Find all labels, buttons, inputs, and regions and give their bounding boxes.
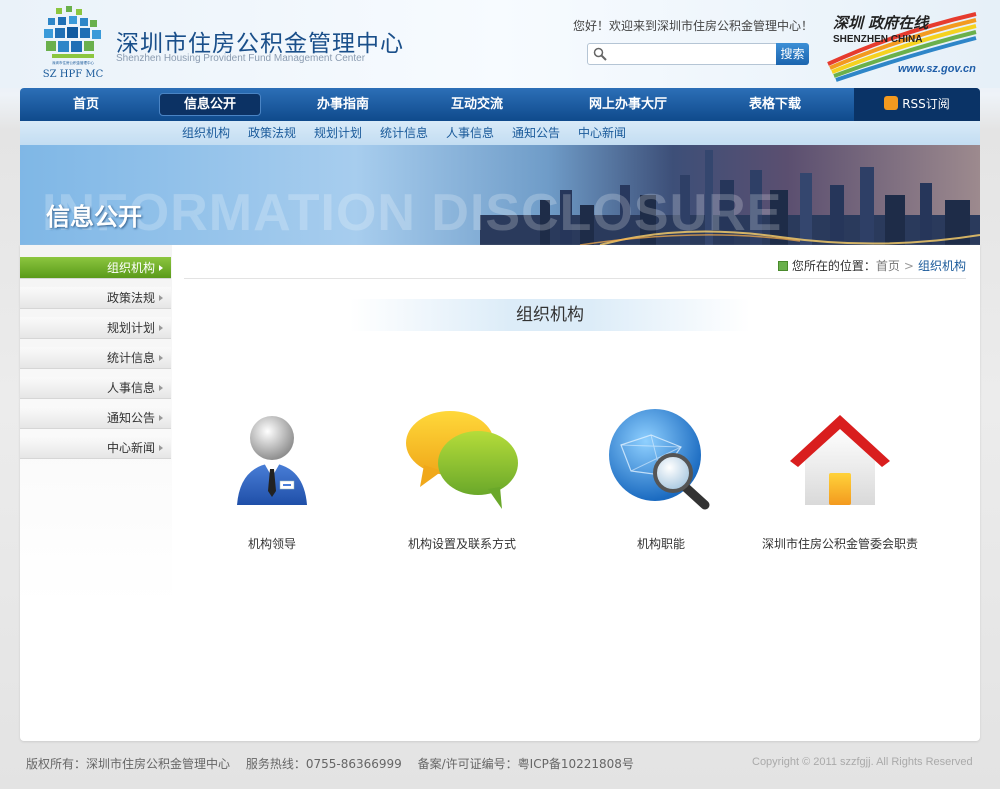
main-nav: 首页 信息公开 办事指南 互动交流 网上办事大厅 表格下载 RSS订阅 <box>20 88 980 121</box>
chat-bubbles-icon <box>406 411 518 509</box>
sz-logo-url: www.sz.gov.cn <box>898 63 976 75</box>
tile-committee-duties[interactable]: 深圳市住房公积金管委会职责 <box>750 405 930 555</box>
rss-icon <box>884 96 899 110</box>
nav-item-guide[interactable]: 办事指南 <box>290 88 396 121</box>
nav-item-info-disclosure[interactable]: 信息公开 <box>150 88 270 121</box>
subnav-stats[interactable]: 统计信息 <box>380 121 428 145</box>
breadcrumb: 您所在的位置：首页 > 组织机构 <box>184 255 966 279</box>
tile-label: 机构职能 <box>636 537 685 551</box>
rss-label: RSS订阅 <box>902 97 950 111</box>
footer-copyright-en: Copyright © 2011 szzfgjj. All Rights Res… <box>752 756 973 768</box>
nav-item-online-hall[interactable]: 网上办事大厅 <box>568 88 688 121</box>
search-box <box>587 43 777 65</box>
banner-title: 信息公开 <box>46 203 142 231</box>
welcome-text: 您好！欢迎来到深圳市住房公积金管理中心！ <box>573 19 814 33</box>
search-icon <box>593 47 607 61</box>
svg-text:深圳市住房公积金管理中心: 深圳市住房公积金管理中心 <box>52 60 94 65</box>
footer-icp[interactable]: 备案/许可证编号：粤ICP备10221808号 <box>418 757 634 771</box>
site-subtitle: Shenzhen Housing Provident Fund Manageme… <box>116 53 366 64</box>
sidebar-item-notice[interactable]: 通知公告 <box>20 407 171 429</box>
banner: INFORMATION DISCLOSURE 信息公开 <box>20 145 980 245</box>
subnav-personnel[interactable]: 人事信息 <box>446 121 494 145</box>
sidebar-item-plan[interactable]: 规划计划 <box>20 317 171 339</box>
search-input[interactable] <box>612 46 772 62</box>
sidebar-item-org[interactable]: 组织机构 <box>20 257 171 279</box>
arrow-right-icon <box>159 295 163 301</box>
sidebar-item-news[interactable]: 中心新闻 <box>20 437 171 459</box>
tile-label: 机构领导 <box>247 537 296 551</box>
sidebar-item-stats[interactable]: 统计信息 <box>20 347 171 369</box>
footer-info: 版权所有：深圳市住房公积金管理中心 服务热线：0755-86366999 备案/… <box>26 755 646 772</box>
site-header: 深圳市住房公积金管理中心 SZ HPF MC 深圳市住房公积金管理中心 Shen… <box>0 0 1000 88</box>
arrow-right-icon <box>159 325 163 331</box>
sidebar: 组织机构 政策法规 规划计划 统计信息 人事信息 通知公告 中心新闻 <box>20 245 172 605</box>
section-title: 组织机构 <box>350 299 750 331</box>
nav-item-forms[interactable]: 表格下载 <box>722 88 828 121</box>
leader-icon <box>237 416 307 505</box>
house-icon <box>790 415 890 505</box>
sidebar-item-personnel[interactable]: 人事信息 <box>20 377 171 399</box>
sz-logo-en: SHENZHEN CHINA <box>833 34 923 45</box>
chevron-right-icon: > <box>903 259 914 273</box>
tile-org-setup[interactable]: 机构设置及联系方式 <box>372 405 552 555</box>
tile-leader[interactable]: 机构领导 <box>182 405 362 555</box>
logo-text: SZ HPF MC <box>43 69 104 80</box>
tile-label: 深圳市住房公积金管委会职责 <box>761 537 918 551</box>
arrow-right-icon <box>159 445 163 451</box>
footer-hotline: 服务热线：0755-86366999 <box>245 757 402 771</box>
banner-watermark: INFORMATION DISCLOSURE <box>42 184 783 242</box>
sub-nav: 组织机构 政策法规 规划计划 统计信息 人事信息 通知公告 中心新闻 <box>20 121 980 145</box>
sz-logo-cn: 深圳 政府在线 <box>833 14 929 32</box>
arrow-right-icon <box>159 415 163 421</box>
footer-copyright-owner: 版权所有：深圳市住房公积金管理中心 <box>26 757 231 771</box>
hpf-logo-icon[interactable]: 深圳市住房公积金管理中心 SZ HPF MC <box>38 6 108 80</box>
content-panel: 组织机构 政策法规 规划计划 统计信息 人事信息 通知公告 中心新闻 您所在的位… <box>20 245 980 741</box>
breadcrumb-current-link[interactable]: 组织机构 <box>918 259 966 273</box>
breadcrumb-prefix: 您所在的位置： <box>791 259 876 273</box>
location-icon <box>777 261 788 271</box>
globe-search-icon <box>609 409 710 510</box>
search-button[interactable]: 搜索 <box>776 43 809 65</box>
sidebar-item-policy[interactable]: 政策法规 <box>20 287 171 309</box>
arrow-right-icon <box>159 265 163 271</box>
subnav-policy[interactable]: 政策法规 <box>248 121 296 145</box>
subnav-notice[interactable]: 通知公告 <box>512 121 560 145</box>
rss-subscribe[interactable]: RSS订阅 <box>854 88 980 121</box>
subnav-news[interactable]: 中心新闻 <box>578 121 626 145</box>
nav-item-interaction[interactable]: 互动交流 <box>424 88 530 121</box>
nav-item-home[interactable]: 首页 <box>40 88 132 121</box>
tile-label: 机构设置及联系方式 <box>407 537 516 551</box>
subnav-org[interactable]: 组织机构 <box>182 121 230 145</box>
breadcrumb-home-link[interactable]: 首页 <box>876 259 900 273</box>
tile-functions[interactable]: 机构职能 <box>571 405 751 555</box>
arrow-right-icon <box>159 385 163 391</box>
sz-gov-logo[interactable]: 深圳 政府在线 SHENZHEN CHINA www.sz.gov.cn <box>818 2 983 84</box>
subnav-plan[interactable]: 规划计划 <box>314 121 362 145</box>
arrow-right-icon <box>159 355 163 361</box>
